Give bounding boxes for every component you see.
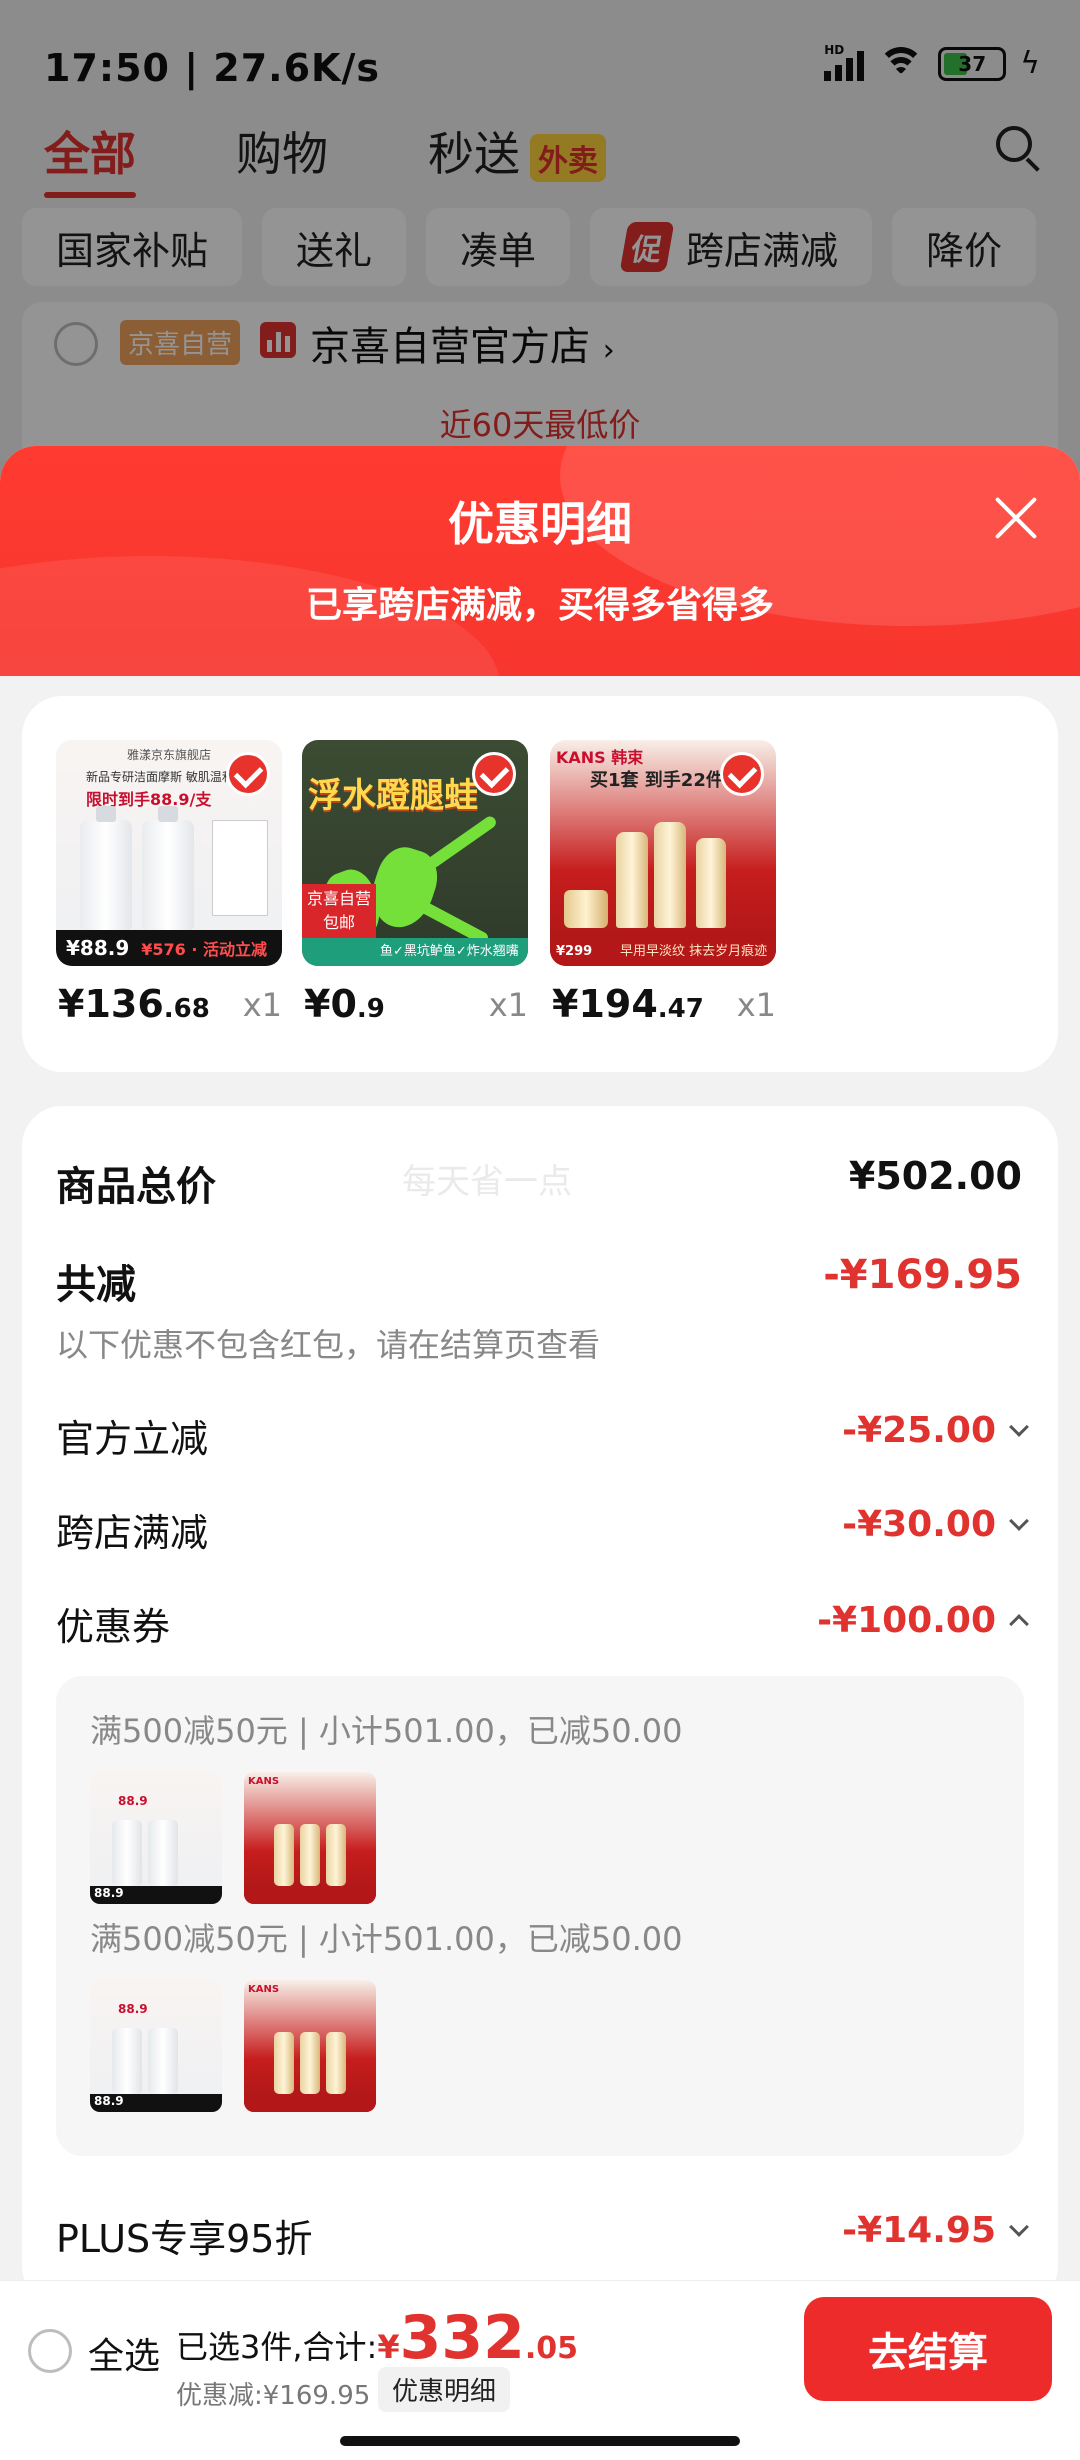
coupon-product-thumb: 88.9 88.9 [90, 1980, 222, 2112]
coupon-product-thumb: KANS [244, 1980, 376, 2112]
chevron-down-icon [1009, 2216, 1029, 2237]
total-currency: ¥ [377, 2328, 400, 2366]
checkout-bar: 全选 已选3件,合计:¥332.05 优惠减:¥169.95 优惠明细 去结算 [0, 2280, 1080, 2460]
coupon-product-thumb: KANS [244, 1772, 376, 1904]
coupon-product-thumb: 88.9 88.9 [90, 1772, 222, 1904]
coupon-toggle[interactable]: -¥100.00 [817, 1600, 1036, 1641]
product-image-footer: ¥299 早用早淡纹 抹去岁月痕迹 [550, 938, 776, 966]
product-image-footer-text: 早用早淡纹 抹去岁月痕迹 [620, 944, 768, 959]
total-dec: .05 [524, 2331, 578, 2366]
product-image-frog-lure: 浮水蹬腿蛙 京喜自营 包邮 鱼✓黑坑鲈鱼✓炸水翘嘴 [302, 740, 528, 966]
discount-value: -¥169.95 [823, 1252, 1022, 1298]
product-price: ¥194.47 [552, 982, 704, 1026]
product-image-tag: 京喜自营 包邮 [302, 884, 376, 938]
product-image-brand: KANS 韩束 [556, 748, 644, 767]
plus-discount-label: PLUS专享95折 [56, 2217, 313, 2261]
product-item[interactable]: 雅漾京东旗舰店 新品专研洁面摩斯 敏肌温和 限时到手88.9/支 ¥88.9 ¥5… [56, 740, 282, 1026]
official-discount-label: 官方立减 [56, 1417, 209, 1461]
sheet-subtitle: 已享跨店满减，买得多省得多 [305, 585, 774, 626]
coupon-label: 优惠券 [56, 1605, 171, 1649]
selected-check-icon [226, 752, 270, 796]
product-item[interactable]: KANS 韩束 买1套 到手22件 ¥299 早用早淡纹 抹去岁月痕迹 ¥194.… [550, 740, 776, 1026]
modal-overlay[interactable] [0, 0, 1080, 460]
cross-store-discount-value: -¥30.00 [842, 1504, 996, 1545]
product-qty: x1 [488, 986, 528, 1024]
checkout-button[interactable]: 去结算 [804, 2297, 1052, 2401]
product-price-int: ¥194 [552, 982, 658, 1026]
discount-detail-button[interactable]: 优惠明细 [378, 2367, 511, 2412]
watermark-text: 每天省一点 [402, 1162, 572, 1202]
product-image-footer: 鱼✓黑坑鲈鱼✓炸水翘嘴 [302, 938, 528, 966]
coupon-desc: 满500减50元 | 小计501.00，已减50.00 [90, 1712, 683, 1750]
home-indicator[interactable] [340, 2436, 740, 2446]
sheet-title: 优惠明细 [448, 497, 632, 551]
total-label: 商品总价 [56, 1164, 216, 1210]
chevron-up-icon [1009, 1613, 1029, 1634]
chevron-down-icon [1009, 1510, 1029, 1531]
product-image-footer-price: ¥88.9 [66, 936, 130, 960]
product-image-price-tag: ¥299 [556, 944, 593, 959]
close-icon[interactable] [992, 494, 1040, 542]
product-image-footer: ¥88.9¥576 · 活动立减399 [56, 930, 282, 966]
official-discount-toggle[interactable]: -¥25.00 [842, 1410, 1036, 1451]
product-image-line: 新品专研洁面摩斯 敏肌温和 [86, 770, 234, 784]
product-image-title: 浮水蹬腿蛙 [308, 776, 478, 816]
price-summary-card: 每天省一点 商品总价 ¥502.00 共减 -¥169.95 以下优惠不包含红包… [22, 1106, 1058, 2306]
product-qty: x1 [736, 986, 776, 1024]
select-all-label[interactable]: 全选 [88, 2327, 160, 2379]
plus-discount-toggle[interactable]: -¥14.95 [842, 2210, 1036, 2251]
cross-store-discount-label: 跨店满减 [56, 1511, 209, 1555]
product-image-promo: 买1套 到手22件 [590, 770, 724, 791]
product-price-int: ¥136 [58, 982, 164, 1026]
total-line: 已选3件,合计:¥332.05 [176, 2303, 578, 2373]
selected-check-icon [720, 752, 764, 796]
coupon-value: -¥100.00 [817, 1600, 996, 1641]
chevron-down-icon [1009, 1416, 1029, 1437]
coupon-detail-box: 满500减50元 | 小计501.00，已减50.00 88.9 88.9 KAN… [56, 1676, 1024, 2156]
product-price: ¥0.9 [304, 982, 385, 1026]
product-qty: x1 [242, 986, 282, 1024]
product-price-int: ¥0 [304, 982, 357, 1026]
discount-note: 以下优惠不包含红包，请在结算页查看 [56, 1326, 601, 1364]
product-image-cleanser: 雅漾京东旗舰店 新品专研洁面摩斯 敏肌温和 限时到手88.9/支 ¥88.9 ¥5… [56, 740, 282, 966]
saved-amount: 优惠减:¥169.95 [176, 2381, 371, 2411]
discount-label: 共减 [56, 1262, 136, 1308]
product-price-dec: .68 [163, 994, 210, 1024]
product-item[interactable]: 浮水蹬腿蛙 京喜自营 包邮 鱼✓黑坑鲈鱼✓炸水翘嘴 ¥0.9 x1 [302, 740, 528, 1026]
selected-check-icon [472, 752, 516, 796]
cross-store-discount-toggle[interactable]: -¥30.00 [842, 1504, 1036, 1545]
discount-detail-sheet: 优惠明细 已享跨店满减，买得多省得多 雅漾京东旗舰店 新品专研洁面摩斯 敏肌温和… [0, 446, 1080, 2460]
official-discount-value: -¥25.00 [842, 1410, 996, 1451]
selected-count-text: 已选3件,合计: [176, 2328, 378, 2366]
total-value: ¥502.00 [848, 1154, 1022, 1198]
sheet-header: 优惠明细 已享跨店满减，买得多省得多 [0, 446, 1080, 676]
product-price-dec: .9 [356, 994, 385, 1024]
select-all-radio[interactable] [28, 2329, 72, 2373]
plus-discount-value: -¥14.95 [842, 2210, 996, 2251]
product-image-skincare-set: KANS 韩束 买1套 到手22件 ¥299 早用早淡纹 抹去岁月痕迹 [550, 740, 776, 966]
product-list-card: 雅漾京东旗舰店 新品专研洁面摩斯 敏肌温和 限时到手88.9/支 ¥88.9 ¥5… [22, 696, 1058, 1072]
coupon-desc: 满500减50元 | 小计501.00，已减50.00 [90, 1920, 683, 1958]
product-price-dec: .47 [657, 994, 704, 1024]
total-int: 332 [399, 2303, 525, 2373]
product-price: ¥136.68 [58, 982, 210, 1026]
